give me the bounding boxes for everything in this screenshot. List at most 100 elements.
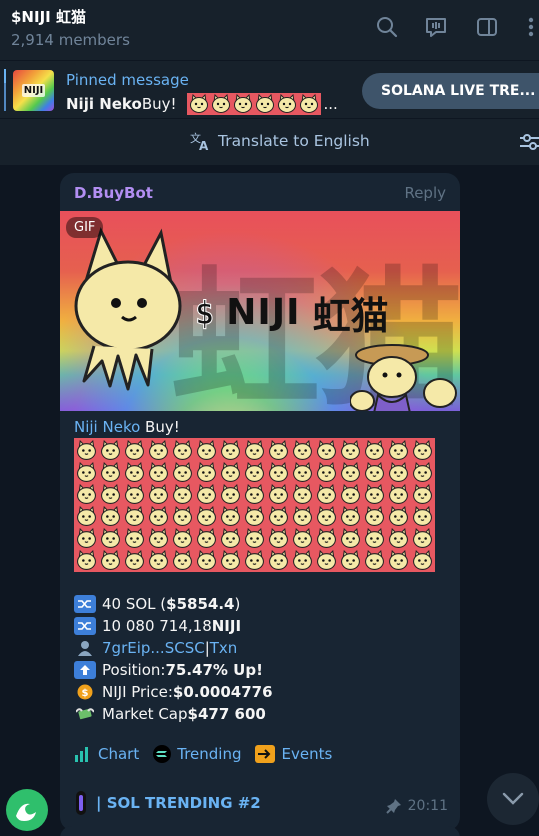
cat-emoji-icon: [243, 550, 266, 571]
token-link[interactable]: Niji Neko: [74, 418, 140, 436]
cat-emoji-icon: [147, 462, 170, 483]
cat-emoji-icon: [387, 440, 410, 461]
gif-title: $ NIJI 虹猫: [194, 292, 389, 338]
cat-emoji-icon: [291, 484, 314, 505]
pin-icon: [385, 799, 401, 814]
cat-emoji-icon: [99, 484, 122, 505]
cat-emoji-icon: [315, 484, 338, 505]
sol-trending-line[interactable]: | SOL TRENDING #2: [74, 791, 261, 815]
cat-emoji-icon: [99, 550, 122, 571]
cat-emoji-icon: [123, 550, 146, 571]
cat-emoji-icon: [411, 440, 434, 461]
events-link[interactable]: Events: [255, 745, 332, 763]
cat-emoji-icon: [267, 528, 290, 549]
cat-emoji-icon: [75, 440, 98, 461]
cat-emoji-icon: [99, 440, 122, 461]
arrow-up-icon: [74, 661, 96, 679]
cat-emoji-icon: [123, 462, 146, 483]
cat-emoji-icon: [291, 528, 314, 549]
sender-name[interactable]: D.BuyBot: [74, 184, 153, 202]
cat-emoji-icon: [387, 528, 410, 549]
cat-emoji-icon: [243, 506, 266, 527]
cat-emoji-icon: [339, 506, 362, 527]
cat-emoji-icon: [75, 528, 98, 549]
cat-emoji-icon: [233, 94, 253, 114]
cat-emoji-icon: [171, 528, 194, 549]
cat-emoji-icon: [291, 506, 314, 527]
cat-emoji-icon: [411, 550, 434, 571]
chat-title[interactable]: $NIJI 虹猫: [11, 6, 86, 27]
translate-label: Translate to English: [218, 132, 370, 150]
action-links: Chart Trending Events: [74, 745, 332, 763]
solana-icon: [153, 745, 172, 763]
cat-emoji-icon: [267, 484, 290, 505]
message-title: Niji Neko Buy!: [74, 418, 180, 436]
bot-avatar[interactable]: [6, 789, 48, 831]
translate-button[interactable]: 文A Translate to English: [190, 131, 370, 151]
sidebar-toggle-icon[interactable]: [472, 12, 502, 42]
cat-emoji-icon: [363, 506, 386, 527]
cat-emoji-icon: [75, 506, 98, 527]
cat-emoji-icon: [315, 550, 338, 571]
gif-badge: GIF: [66, 217, 104, 238]
pinned-cat-emojis: [186, 93, 321, 115]
shuffle-icon: [74, 617, 96, 635]
cat-emoji-icon: [123, 440, 146, 461]
cat-emoji-icon: [75, 462, 98, 483]
svg-text:$: $: [82, 688, 89, 699]
cat-emoji-icon: [195, 462, 218, 483]
cat-emoji-icon: [99, 462, 122, 483]
market-cap-line: Market Cap $477 600: [74, 703, 273, 725]
cat-emoji-icon: [291, 462, 314, 483]
cat-emoji-icon: [75, 484, 98, 505]
translate-icon: 文A: [190, 131, 209, 151]
cat-characters-icon: [350, 344, 457, 411]
translate-bar: 文A Translate to English: [0, 119, 539, 165]
solana-live-trending-button[interactable]: SOLANA LIVE TRE...: [362, 73, 539, 109]
cat-emoji-icon: [243, 484, 266, 505]
cat-emoji-grid: [74, 438, 435, 572]
cat-emoji-icon: [363, 528, 386, 549]
money-wings-icon: [74, 705, 96, 723]
cat-emoji-icon: [99, 506, 122, 527]
more-icon[interactable]: [516, 12, 539, 42]
message-time: 20:11: [385, 798, 448, 814]
live-chat-icon[interactable]: [421, 12, 451, 42]
gif-media[interactable]: 虹猫 $ NIJI 虹猫 GIF: [60, 211, 460, 411]
pinned-message[interactable]: NIJI Pinned message Niji Neko Buy! ... S…: [0, 60, 539, 118]
search-icon[interactable]: [372, 12, 402, 42]
scroll-down-button[interactable]: [487, 773, 539, 825]
chat-header: $NIJI 虹猫 2,914 members: [0, 0, 539, 60]
cat-emoji-icon: [219, 506, 242, 527]
cat-emoji-icon: [147, 550, 170, 571]
cat-emoji-icon: [411, 506, 434, 527]
cat-emoji-icon: [387, 506, 410, 527]
translate-settings-icon[interactable]: [520, 132, 539, 156]
cat-emoji-icon: [363, 484, 386, 505]
cat-emoji-icon: [147, 484, 170, 505]
cat-emoji-icon: [219, 550, 242, 571]
wallet-link[interactable]: 7grEip...SCSC: [102, 639, 205, 657]
cat-emoji-icon: [99, 528, 122, 549]
cat-emoji-icon: [339, 462, 362, 483]
cat-emoji-icon: [189, 94, 209, 114]
cat-emoji-icon: [267, 550, 290, 571]
cat-emoji-icon: [363, 440, 386, 461]
cat-emoji-icon: [291, 440, 314, 461]
reply-button[interactable]: Reply: [404, 184, 446, 202]
cat-emoji-icon: [411, 462, 434, 483]
members-count: 2,914 members: [11, 31, 130, 49]
cat-emoji-icon: [147, 506, 170, 527]
cat-emoji-icon: [291, 550, 314, 571]
cat-emoji-icon: [219, 528, 242, 549]
cat-emoji-icon: [315, 462, 338, 483]
trending-link[interactable]: Trending: [153, 745, 241, 763]
pinned-text: Niji Neko Buy! ...: [66, 93, 338, 115]
txn-link[interactable]: Txn: [210, 639, 238, 657]
cat-emoji-icon: [123, 528, 146, 549]
cat-emoji-icon: [171, 484, 194, 505]
chart-link[interactable]: Chart: [74, 745, 139, 763]
shuffle-icon: [74, 595, 96, 613]
cat-emoji-icon: [315, 528, 338, 549]
pinned-label: Pinned message: [66, 71, 189, 89]
